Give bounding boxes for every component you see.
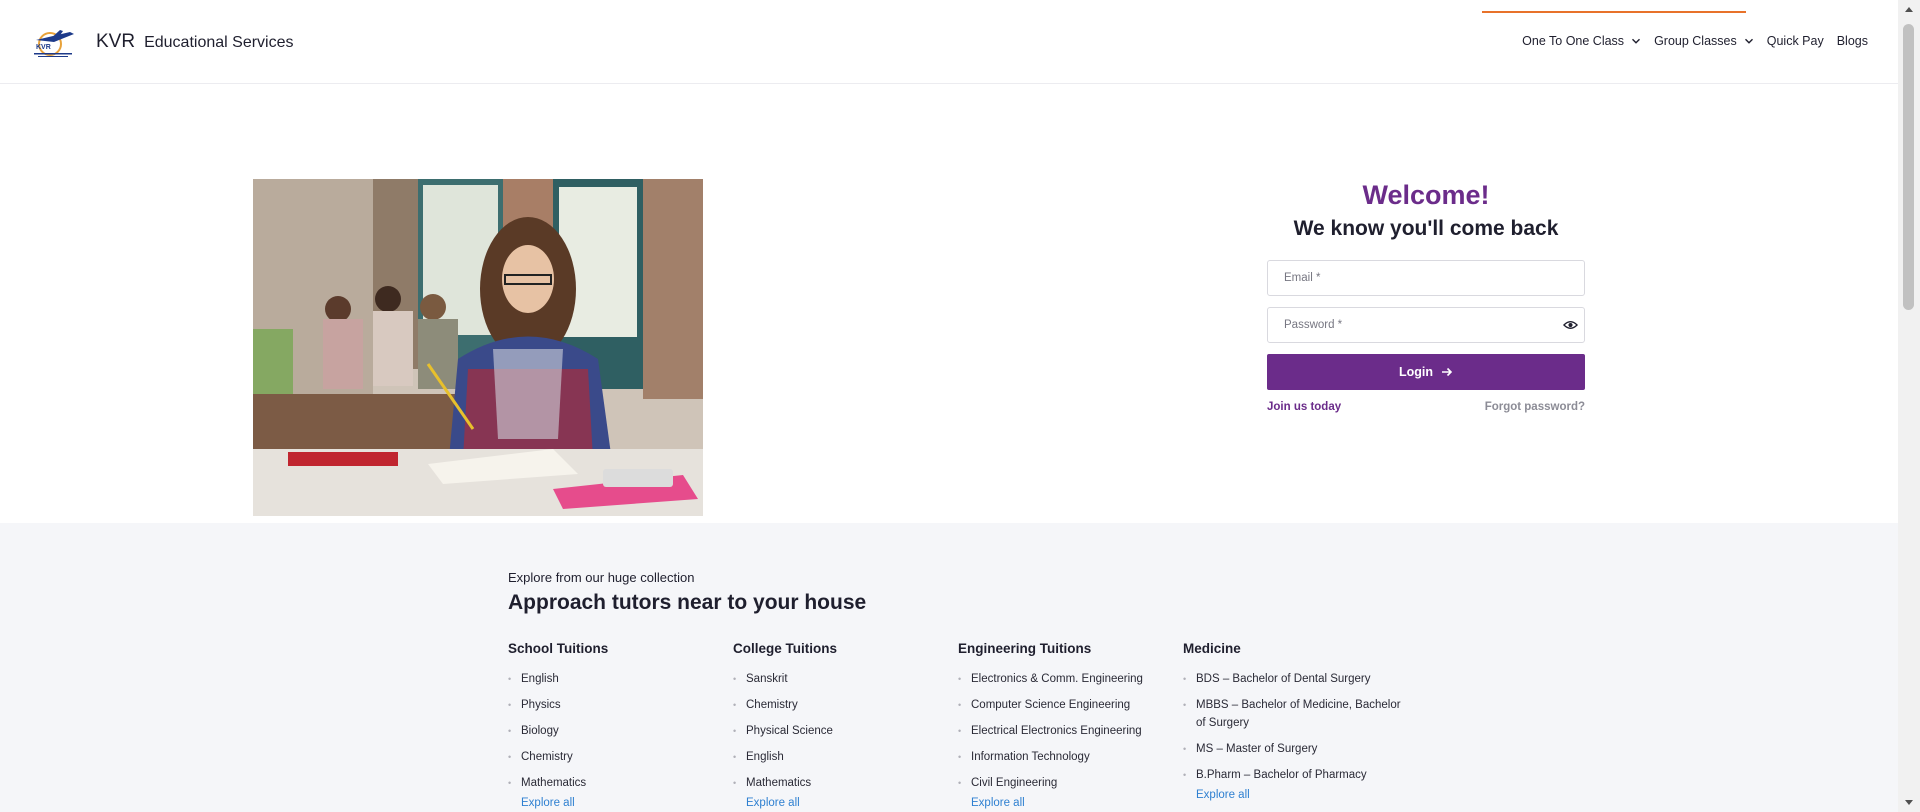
- list-item[interactable]: Information Technology: [958, 748, 1183, 766]
- list-item[interactable]: Chemistry: [733, 696, 958, 714]
- svg-text:KVR: KVR: [36, 44, 51, 51]
- password-field[interactable]: [1267, 307, 1585, 343]
- category-title: School Tuitions: [508, 641, 609, 656]
- password-input[interactable]: [1268, 308, 1584, 342]
- login-panel: Welcome! We know you'll come back Login …: [1267, 179, 1585, 413]
- kvr-logo[interactable]: KVR: [30, 26, 78, 60]
- main-nav: One To One Class Group Classes Quick Pay…: [1522, 34, 1868, 48]
- page-scrollbar[interactable]: [1898, 0, 1920, 812]
- explore-all-link[interactable]: Explore all: [733, 797, 958, 809]
- nav-active-indicator: [1482, 11, 1746, 13]
- chevron-down-icon: [1632, 38, 1641, 44]
- explore-all-link[interactable]: Explore all: [508, 797, 733, 809]
- explore-title: Approach tutors near to your house: [508, 591, 867, 614]
- scroll-up-arrow-icon[interactable]: [1903, 4, 1915, 16]
- category-engineering-tuitions: Engineering Tuitions Electronics & Comm.…: [958, 641, 1183, 809]
- email-field[interactable]: [1267, 260, 1585, 296]
- explore-subtitle: Explore from our huge collection: [508, 570, 695, 585]
- hero-student-image: [253, 179, 703, 516]
- nav-blogs[interactable]: Blogs: [1837, 34, 1868, 48]
- nav-group-classes[interactable]: Group Classes: [1654, 34, 1754, 48]
- nav-label: Group Classes: [1654, 34, 1737, 48]
- forgot-password-link[interactable]: Forgot password?: [1485, 401, 1585, 413]
- login-links: Join us today Forgot password?: [1267, 401, 1585, 413]
- list-item[interactable]: Biology: [508, 722, 733, 740]
- nav-label: Blogs: [1836, 34, 1868, 48]
- brand[interactable]: KVR Educational Services: [96, 31, 294, 53]
- list-item[interactable]: Mathematics: [508, 774, 733, 792]
- category-school-tuitions: School Tuitions English Physics Biology …: [508, 641, 733, 809]
- site-header: KVR KVR Educational Services One To One …: [0, 0, 1898, 84]
- tuition-categories: School Tuitions English Physics Biology …: [508, 641, 1408, 809]
- list-item[interactable]: B.Pharm – Bachelor of Pharmacy: [1183, 766, 1408, 784]
- list-item[interactable]: Mathematics: [733, 774, 958, 792]
- welcome-heading: Welcome!: [1362, 180, 1490, 210]
- list-item[interactable]: MS – Master of Surgery: [1183, 740, 1408, 758]
- list-item[interactable]: Physical Science: [733, 722, 958, 740]
- brand-name: KVR: [96, 31, 136, 52]
- arrow-right-icon: [1442, 367, 1453, 377]
- nav-label: One To One Class: [1522, 34, 1625, 48]
- join-us-link[interactable]: Join us today: [1267, 401, 1341, 413]
- list-item[interactable]: Chemistry: [508, 748, 733, 766]
- login-button-label: Login: [1398, 365, 1433, 379]
- category-college-tuitions: College Tuitions Sanskrit Chemistry Phys…: [733, 641, 958, 809]
- nav-label: Quick Pay: [1766, 34, 1824, 48]
- eye-icon[interactable]: [1563, 319, 1578, 331]
- brand-subtitle: Educational Services: [144, 34, 294, 51]
- explore-section: Explore from our huge collection Approac…: [0, 523, 1898, 812]
- list-item[interactable]: MBBS – Bachelor of Medicine, Bachelor of…: [1183, 696, 1408, 732]
- explore-all-link[interactable]: Explore all: [1183, 789, 1408, 801]
- list-item[interactable]: English: [508, 670, 733, 688]
- nav-quick-pay[interactable]: Quick Pay: [1767, 34, 1824, 48]
- list-item[interactable]: Electrical Electronics Engineering: [958, 722, 1183, 740]
- scroll-down-arrow-icon[interactable]: [1903, 796, 1915, 808]
- list-item[interactable]: Physics: [508, 696, 733, 714]
- category-title: Medicine: [1183, 641, 1241, 656]
- login-button[interactable]: Login: [1267, 354, 1585, 390]
- welcome-tagline: We know you'll come back: [1293, 217, 1559, 240]
- category-title: College Tuitions: [733, 641, 837, 656]
- email-input[interactable]: [1268, 261, 1584, 295]
- category-medicine: Medicine BDS – Bachelor of Dental Surger…: [1183, 641, 1408, 809]
- explore-all-link[interactable]: Explore all: [958, 797, 1183, 809]
- nav-one-to-one-class[interactable]: One To One Class: [1522, 34, 1641, 48]
- list-item[interactable]: Computer Science Engineering: [958, 696, 1183, 714]
- category-title: Engineering Tuitions: [958, 641, 1092, 656]
- list-item[interactable]: BDS – Bachelor of Dental Surgery: [1183, 670, 1408, 688]
- list-item[interactable]: Electronics & Comm. Engineering: [958, 670, 1183, 688]
- list-item[interactable]: English: [733, 748, 958, 766]
- list-item[interactable]: Civil Engineering: [958, 774, 1183, 792]
- list-item[interactable]: Sanskrit: [733, 670, 958, 688]
- scrollbar-thumb[interactable]: [1903, 24, 1914, 310]
- chevron-down-icon: [1744, 38, 1753, 44]
